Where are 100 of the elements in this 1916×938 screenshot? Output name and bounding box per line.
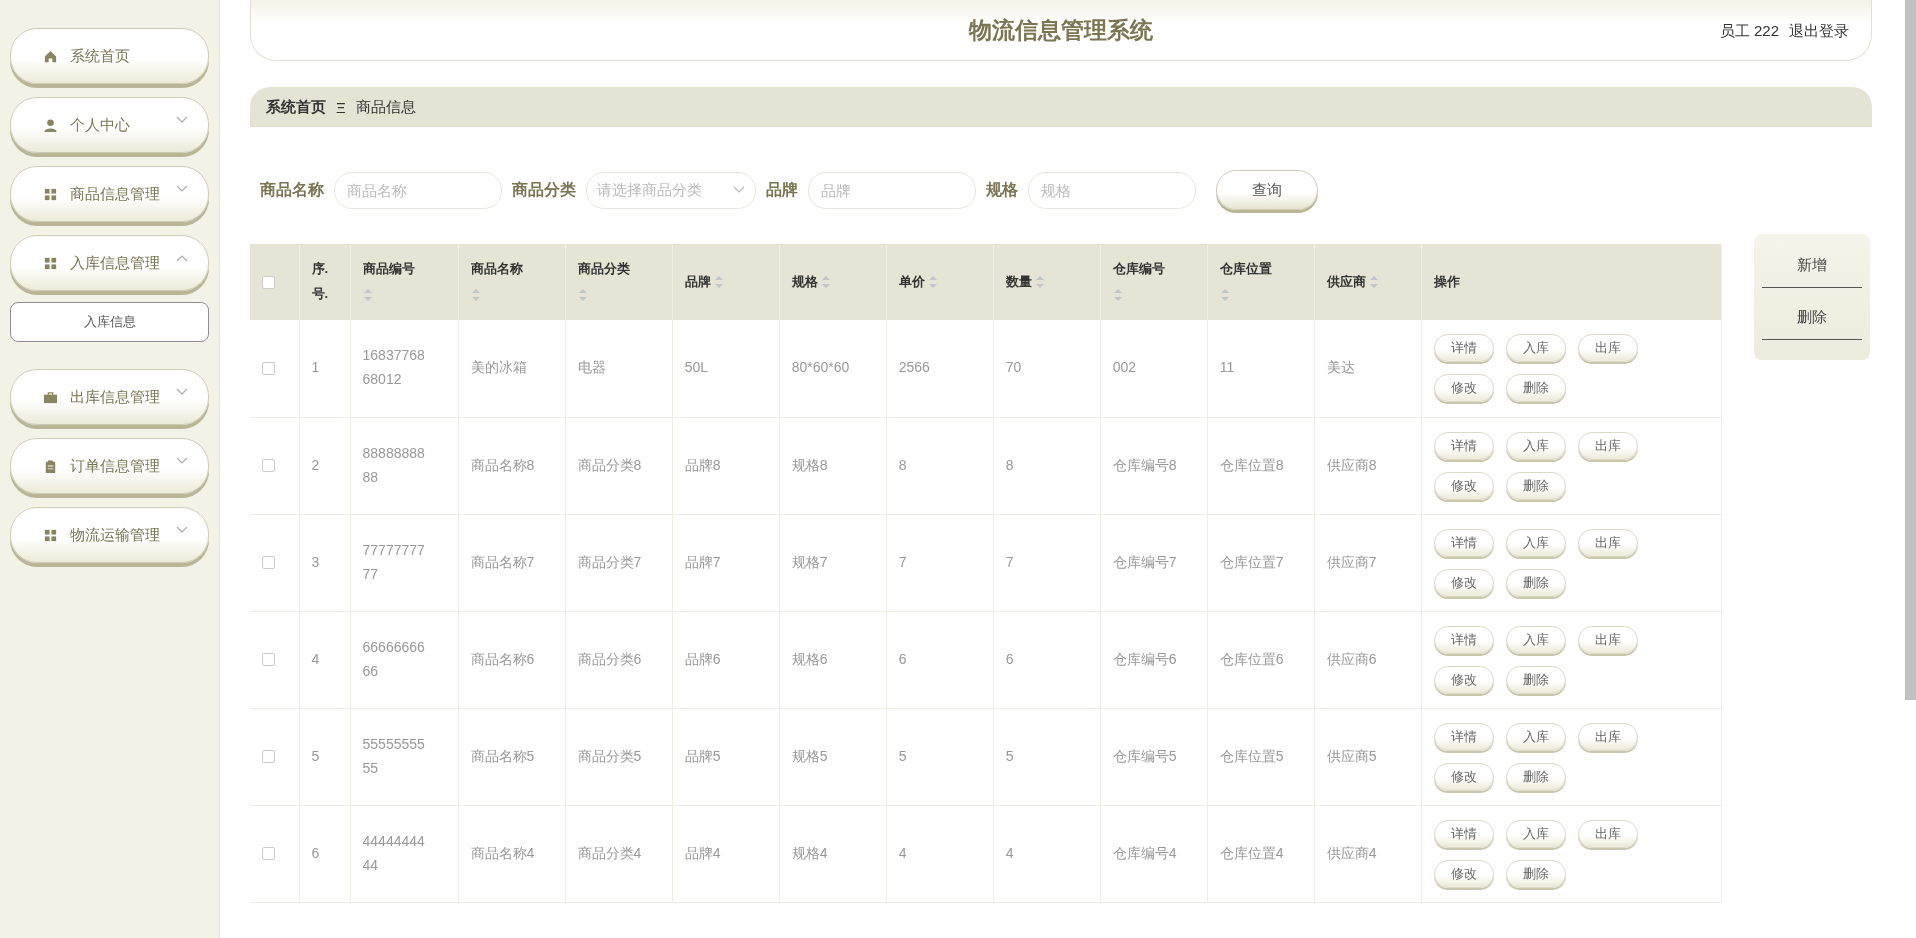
table-cell: 美达: [1326, 359, 1355, 376]
table-cell: 5: [1005, 747, 1014, 764]
row-action-button[interactable]: 详情: [1433, 528, 1494, 557]
row-action-button[interactable]: 入库: [1505, 528, 1566, 557]
sort-icon[interactable]: [928, 275, 939, 290]
row-action-button[interactable]: 出库: [1577, 625, 1638, 654]
row-action-button[interactable]: 入库: [1505, 819, 1566, 848]
table-cell: 2: [311, 456, 320, 473]
row-action-button[interactable]: 详情: [1433, 722, 1494, 751]
row-action-button[interactable]: 入库: [1505, 431, 1566, 460]
table-cell: 仓库编号8: [1112, 456, 1177, 473]
grid-icon: [43, 186, 58, 202]
panel-button[interactable]: 新增: [1762, 244, 1862, 288]
sort-icon[interactable]: [1035, 275, 1046, 290]
column-header[interactable]: 规格: [791, 273, 818, 289]
row-action-button[interactable]: 详情: [1433, 431, 1494, 460]
column-header: 序.号.: [311, 261, 329, 301]
sort-icon[interactable]: [577, 287, 588, 302]
row-action-button[interactable]: 详情: [1433, 819, 1494, 848]
chevron-down-icon: [733, 186, 745, 194]
row-action-button[interactable]: 详情: [1433, 334, 1494, 363]
table-cell: 6: [898, 650, 907, 667]
table-cell: 仓库编号4: [1112, 844, 1177, 861]
breadcrumb-separator: Ξ: [336, 98, 346, 116]
row-action-button[interactable]: 删除: [1505, 374, 1566, 403]
table-cell: 品牌5: [684, 747, 721, 764]
table-cell: 商品分类5: [577, 747, 642, 764]
row-action-button[interactable]: 修改: [1433, 665, 1494, 694]
row-action-button[interactable]: 删除: [1505, 762, 1566, 791]
table-cell: 商品分类6: [577, 650, 642, 667]
row-checkbox[interactable]: [262, 362, 275, 376]
row-action-button[interactable]: 出库: [1577, 431, 1638, 460]
table-cell-text: 4444444444: [362, 831, 426, 875]
table-cell: 商品分类7: [577, 553, 642, 570]
row-action-button[interactable]: 删除: [1505, 859, 1566, 888]
row-action-button[interactable]: 修改: [1433, 859, 1494, 888]
column-header[interactable]: 商品名称: [470, 261, 523, 277]
row-action-button[interactable]: 删除: [1505, 568, 1566, 597]
field-label: 商品名称: [260, 179, 324, 200]
row-action-button[interactable]: 入库: [1505, 334, 1566, 363]
row-checkbox[interactable]: [262, 556, 275, 570]
table-cell-text: 1683776868012: [362, 346, 426, 390]
panel-button[interactable]: 删除: [1762, 296, 1862, 340]
column-header[interactable]: 品牌: [684, 273, 711, 289]
sort-icon[interactable]: [362, 287, 373, 302]
row-action-button[interactable]: 修改: [1433, 762, 1494, 791]
column-header[interactable]: 商品分类: [577, 261, 630, 277]
row-action-button[interactable]: 入库: [1505, 722, 1566, 751]
table-cell: 品牌4: [684, 844, 721, 861]
search-field[interactable]: 品牌: [808, 171, 976, 209]
table-cell: 仓库位置6: [1219, 650, 1284, 667]
breadcrumb-home[interactable]: 系统首页: [266, 97, 326, 117]
table-cell: 5: [898, 747, 907, 764]
sort-icon[interactable]: [1219, 287, 1230, 302]
sidebar-subitem[interactable]: 入库信息: [10, 302, 209, 342]
table-cell: 仓库编号6: [1112, 650, 1177, 667]
row-checkbox[interactable]: [262, 750, 275, 764]
select-all-checkbox[interactable]: [262, 275, 275, 289]
field-label: 商品分类: [512, 179, 576, 200]
sort-icon[interactable]: [470, 287, 481, 302]
table-cell: 供应商5: [1326, 747, 1377, 764]
row-checkbox[interactable]: [262, 459, 275, 473]
table-cell: 2566: [898, 359, 930, 376]
sort-icon[interactable]: [714, 275, 725, 290]
row-action-button[interactable]: 出库: [1577, 722, 1638, 751]
table-cell: 7: [898, 553, 907, 570]
sort-icon[interactable]: [1112, 287, 1123, 302]
row-action-button[interactable]: 出库: [1577, 334, 1638, 363]
row-action-button[interactable]: 出库: [1577, 819, 1638, 848]
row-action-button[interactable]: 删除: [1505, 665, 1566, 694]
table-cell: 规格5: [791, 747, 828, 764]
query-button[interactable]: 查询: [1216, 170, 1318, 210]
logout-link[interactable]: 退出登录: [1789, 22, 1849, 41]
row-action-button[interactable]: 出库: [1577, 528, 1638, 557]
row-action-button[interactable]: 删除: [1505, 471, 1566, 500]
column-header[interactable]: 仓库编号: [1112, 261, 1165, 277]
table-cell: 商品名称6: [470, 650, 535, 667]
sort-icon[interactable]: [1369, 275, 1380, 290]
search-field[interactable]: 规格: [1028, 171, 1196, 209]
column-header[interactable]: 供应商: [1326, 273, 1366, 289]
breadcrumb-current: 商品信息: [355, 97, 416, 117]
column-header[interactable]: 仓库位置: [1219, 261, 1272, 277]
row-checkbox[interactable]: [262, 653, 275, 667]
row-action-button[interactable]: 修改: [1433, 471, 1494, 500]
row-action-button[interactable]: 详情: [1433, 625, 1494, 654]
column-header[interactable]: 商品编号: [362, 261, 415, 277]
table-cell: 仓库编号7: [1112, 553, 1177, 570]
row-action-button[interactable]: 修改: [1433, 374, 1494, 403]
search-field[interactable]: 商品名称: [334, 171, 502, 209]
column-header[interactable]: 数量: [1005, 273, 1032, 289]
field-label: 规格: [986, 179, 1018, 200]
column-header[interactable]: 单价: [898, 273, 925, 289]
scrollbar[interactable]: [1905, 0, 1916, 700]
table-cell: 80*60*60: [791, 359, 850, 376]
row-checkbox[interactable]: [262, 847, 275, 861]
row-action-button[interactable]: 修改: [1433, 568, 1494, 597]
clipboard-icon: [43, 458, 58, 474]
row-action-button[interactable]: 入库: [1505, 625, 1566, 654]
sort-icon[interactable]: [821, 275, 832, 290]
table-cell: 电器: [577, 359, 606, 376]
